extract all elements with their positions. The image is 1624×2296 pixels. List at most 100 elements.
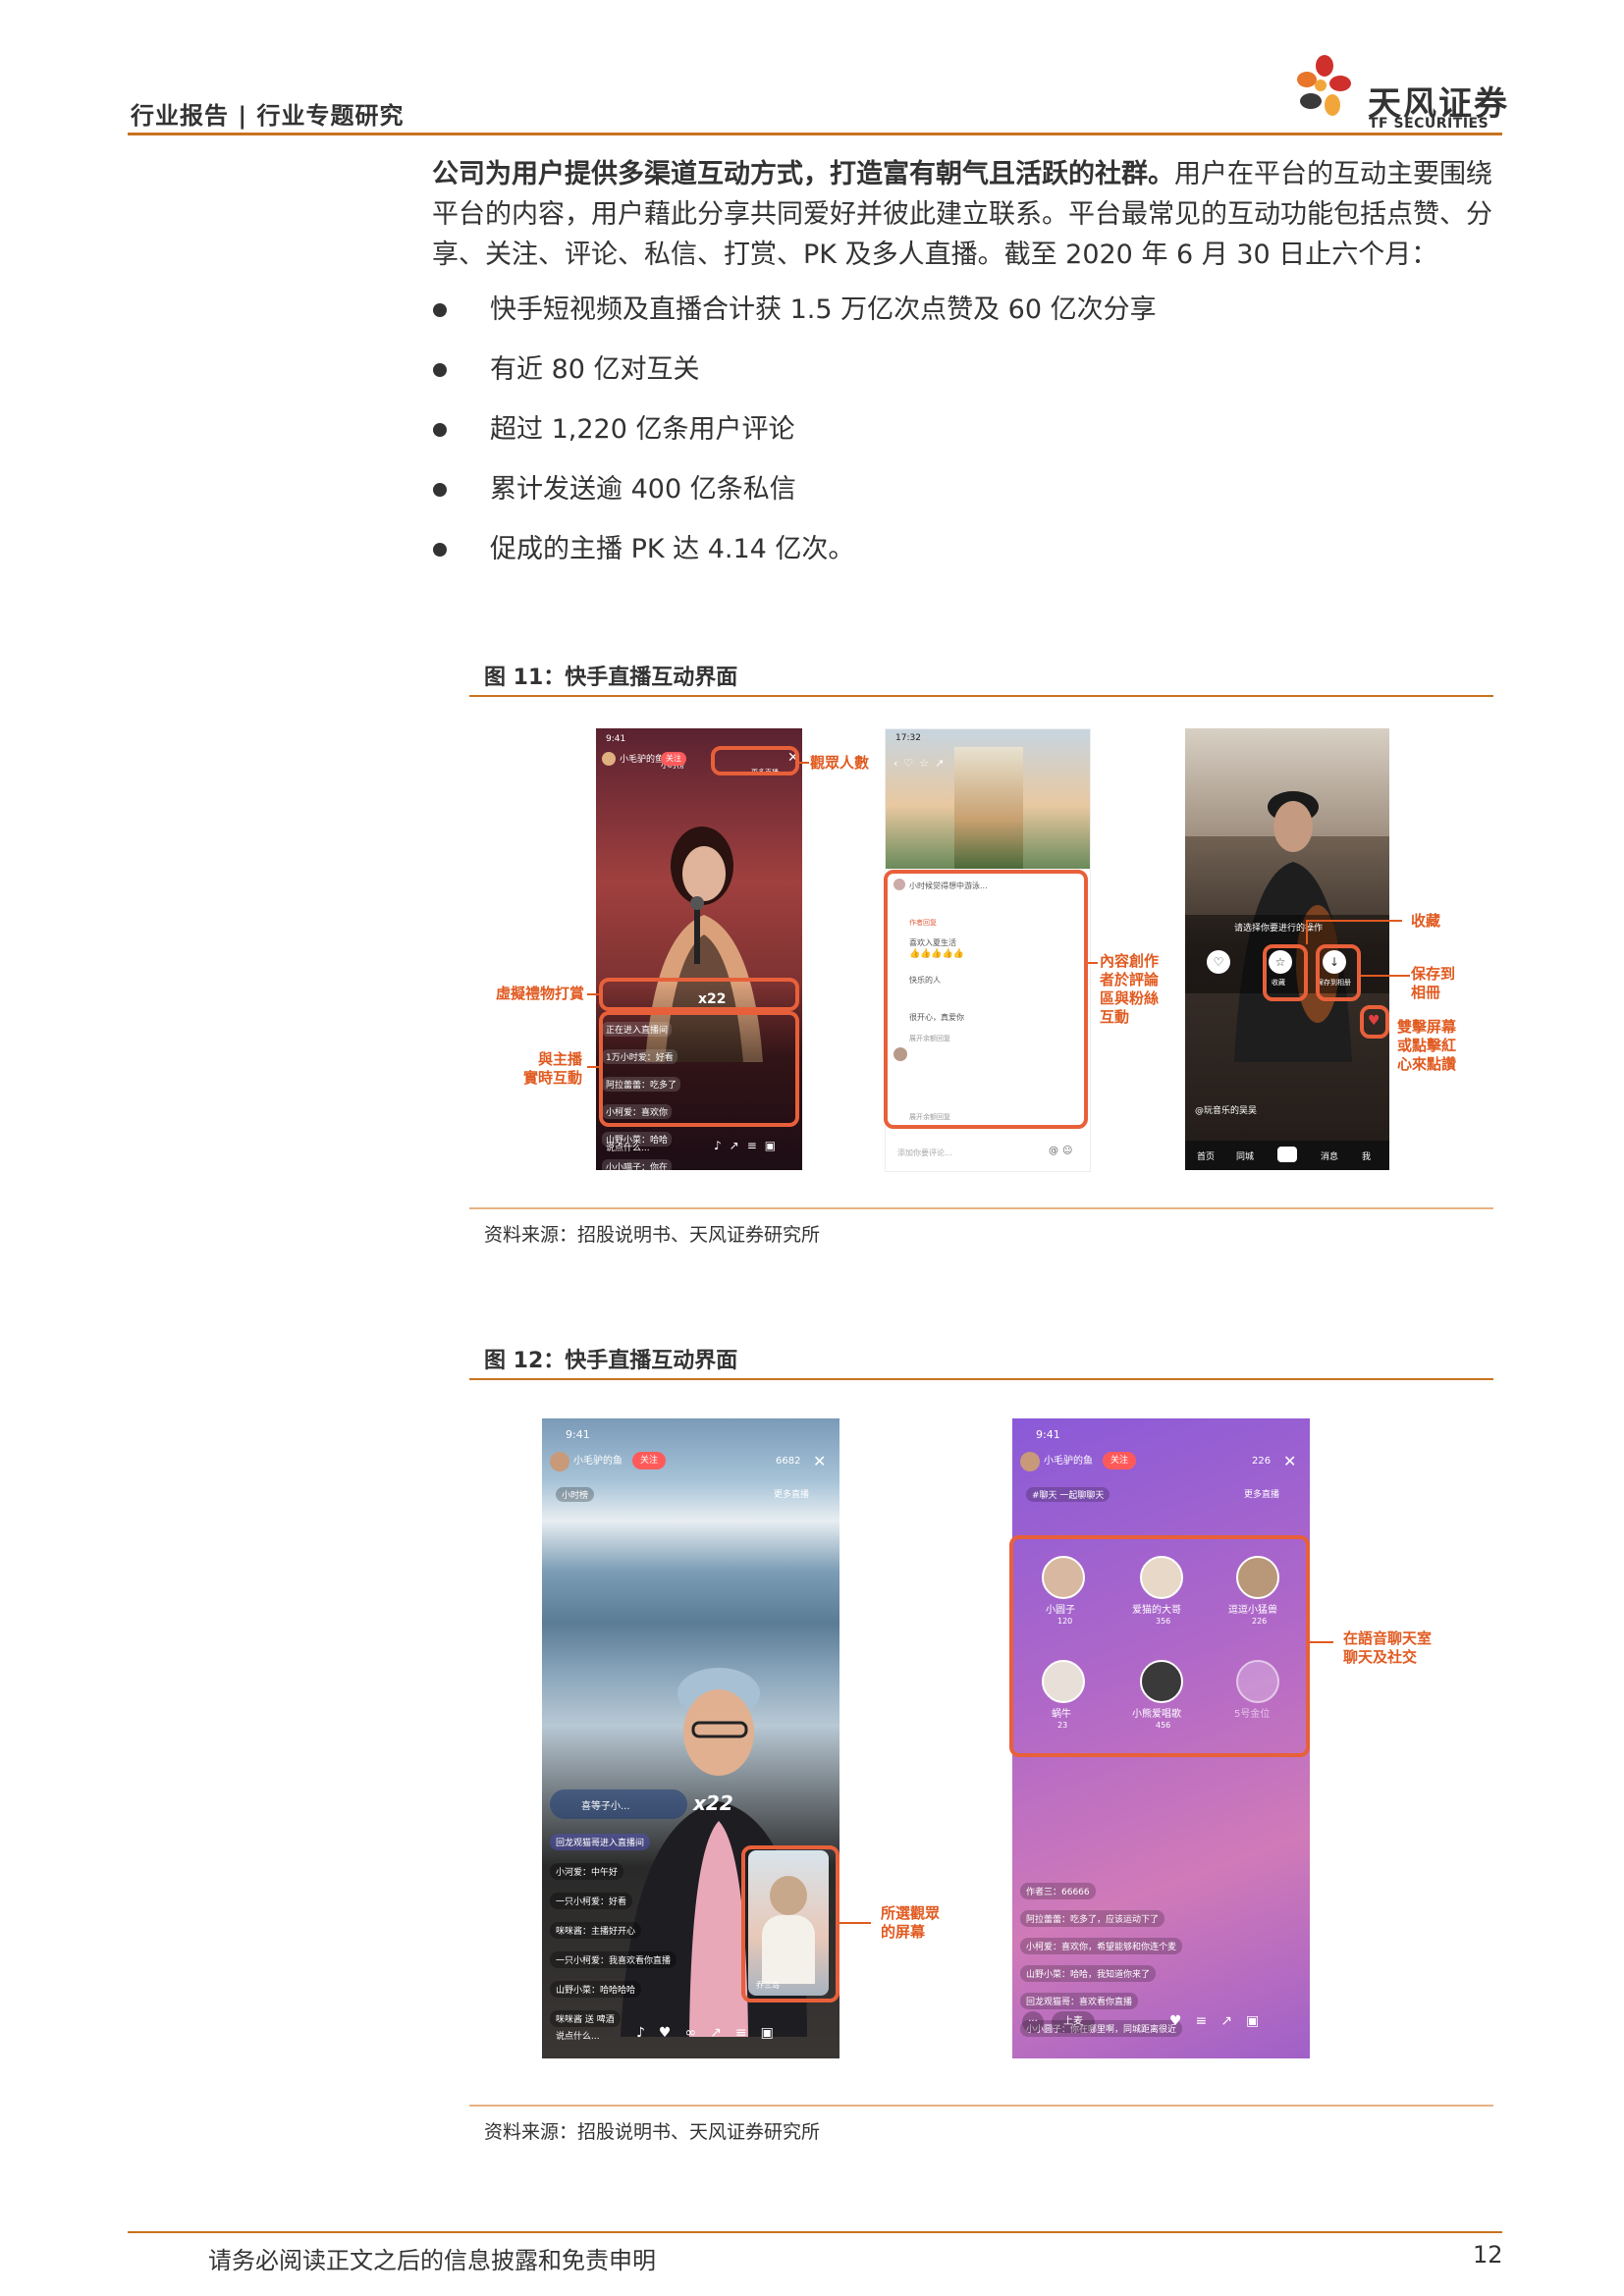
streamer-name: 小毛驴的鱼 [573,1456,623,1467]
annotation-host-2: 實時互動 [523,1069,583,1087]
bullet-icon [433,363,447,377]
bullet-icon [433,423,447,437]
annotation-favorite: 收藏 [1411,912,1441,930]
chat-message: 一只小柯爱：好看 [550,1893,633,1909]
stats-item: 超过 1,220 亿条用户评论 [432,410,1414,470]
chat-message: 回龙观猫哥进入直播间 [550,1834,651,1850]
streamer-name: 小毛驴的鱼 [1044,1456,1093,1467]
figure12-top-rule [469,1378,1493,1380]
footer-divider [128,2231,1502,2233]
emoji-at-icons[interactable]: @☺ [1049,1146,1076,1156]
annotation-creator-2: 者於評論 [1100,971,1160,988]
figure11-top-rule [469,695,1493,697]
annotation-save-2: 相冊 [1411,984,1441,1001]
bottom-tabbar: 首页 同城 消息 我 [1185,1141,1389,1170]
annotation-viewers: 觀眾人數 [810,754,870,772]
stats-item: 有近 80 亿对互关 [432,350,1414,410]
tab-local[interactable]: 同城 [1236,1149,1254,1162]
annotation-creator-3: 區與粉絲 [1100,989,1160,1007]
action-prompt: 请选择你要进行的操作 [1234,924,1324,934]
figure12-title: 图 12：快手直播互动界面 [484,1349,738,1373]
status-time: 9:41 [566,1428,590,1441]
highlight-viewers [711,746,799,775]
annotation-dbl-3: 心來點讚 [1397,1055,1457,1073]
viewer-count: 226 [1252,1456,1272,1467]
toolbar-icons[interactable]: ♪↗≡▣ [714,1139,784,1152]
more-live-link[interactable]: 更多直播 [774,1487,809,1500]
highlight-chat [599,1011,799,1127]
comment-input[interactable]: 说点什么... [556,2029,600,2042]
rank-tag: 小时榜 [556,1487,595,1502]
header-divider [128,133,1502,135]
annotation-virtual-gift: 虛擬禮物打賞 [496,985,585,1002]
status-time: 9:41 [606,734,626,744]
stats-list: 快手短视频及直播合计获 1.5 万亿次点赞及 60 亿次分享 有近 80 亿对互… [432,291,1414,590]
chat-message: 山野小菜：哈哈，我知道你来了 [1020,1965,1157,1982]
close-icon[interactable]: ✕ [813,1452,826,1470]
follow-button[interactable]: 关注 [632,1452,666,1469]
page-number: 12 [1473,2241,1503,2269]
join-mic-button[interactable]: 上麦 [1052,2011,1095,2033]
chat-message: 作者三：66666 [1020,1883,1096,1899]
figure11-bottom-rule [469,1207,1493,1209]
comment-input[interactable]: 添加你要评论... [897,1148,952,1158]
stats-text: 有近 80 亿对互关 [490,354,700,385]
tab-home[interactable]: 首页 [1197,1149,1215,1162]
status-time: 17:32 [895,733,921,743]
highlight-favorite [1263,944,1308,1001]
chat-bubble-icon[interactable]: ··· [1022,2011,1044,2033]
dislike-icon[interactable]: ♡ [1207,950,1230,974]
bullet-icon [433,483,447,497]
highlight-gift [599,978,799,1011]
chat-message: 小小喵子：你在 [602,1159,673,1170]
status-time: 9:41 [1036,1428,1060,1441]
toolbar-icons[interactable]: ♪♥∞↗≡▣ [636,2025,787,2041]
chat-message: 小柯爱：喜欢你，希望能够和你连个麦 [1020,1938,1183,1954]
video-actions-icons[interactable]: ‹♡☆↗ [893,757,949,770]
highlight-pip [741,1845,839,2002]
stats-text: 累计发送逾 400 亿条私信 [490,474,796,505]
streamer-name: 小毛驴的鱼 [620,755,665,765]
bullet-icon [433,303,447,317]
create-button[interactable] [1277,1147,1297,1162]
stats-item: 累计发送逾 400 亿条私信 [432,470,1414,530]
follow-button[interactable]: 关注 [661,752,686,766]
follow-button[interactable]: 关注 [1103,1452,1136,1469]
stats-text: 超过 1,220 亿条用户评论 [490,414,795,445]
gift-count: x22 [693,1791,733,1815]
topic-tag: #聊天 一起聊聊天 [1026,1487,1110,1502]
tab-messages[interactable]: 消息 [1321,1149,1338,1162]
annotation-selected-1: 所選觀眾 [881,1904,941,1922]
annotation-voice-1: 在語音聊天室 [1343,1629,1433,1647]
viewer-count: 6682 [776,1456,801,1467]
figure11-source: 资料来源：招股说明书、天风证券研究所 [484,1224,821,1246]
chat-message: 山野小菜：哈哈哈哈 [550,1981,642,1998]
gift-sender: 喜等子小... [581,1801,630,1812]
chat-list: 回龙观猫哥进入直播间 小河爱：中午好 一只小柯爱：好看 咪咪酱：主播好开心 一只… [550,1831,746,2037]
chat-message: 回龙观猫哥：喜欢看你直播 [1020,1993,1139,2009]
avatar [602,752,616,766]
toolbar-icons[interactable]: ♥≡↗▣ [1169,2013,1272,2029]
intro-bold: 公司为用户提供多渠道互动方式，打造富有朝气且活跃的社群。 [432,159,1174,189]
chat-message: 小小圆子：你在哪里啊，同城距离很近 [1020,2020,1183,2037]
highlight-comments [884,870,1088,1129]
tab-me[interactable]: 我 [1362,1149,1371,1162]
more-live-link[interactable]: 更多直播 [1244,1487,1279,1500]
annotation-dbl-2: 或點擊紅 [1397,1037,1457,1054]
chat-message: 一只小柯爱：我喜欢看你直播 [550,1951,677,1968]
close-icon[interactable]: ✕ [1283,1452,1296,1470]
figure12-bottom-rule [469,2105,1493,2107]
annotation-selected-2: 的屏幕 [881,1923,926,1941]
annotation-creator-1: 內容創作 [1100,952,1160,970]
figure12-source: 资料来源：招股说明书、天风证券研究所 [484,2121,821,2143]
stats-item: 促成的主播 PK 达 4.14 亿次。 [432,530,1414,590]
annotation-creator-4: 互動 [1100,1008,1130,1026]
stats-text: 快手短视频及直播合计获 1.5 万亿次点赞及 60 亿次分享 [490,294,1157,325]
report-header: 行业报告 | 行业专题研究 [131,102,405,130]
footer-disclaimer: 请务必阅读正文之后的信息披露和免责申明 [208,2247,656,2274]
stats-text: 促成的主播 PK 达 4.14 亿次。 [490,534,855,564]
chat-message: 阿拉蕾蕾：吃多了，应该运动下了 [1020,1910,1165,1927]
figure11-title: 图 11：快手直播互动界面 [484,666,738,690]
comment-input[interactable]: 说点什么... [606,1141,650,1153]
logo-text-en: TF SECURITIES [1369,116,1489,132]
